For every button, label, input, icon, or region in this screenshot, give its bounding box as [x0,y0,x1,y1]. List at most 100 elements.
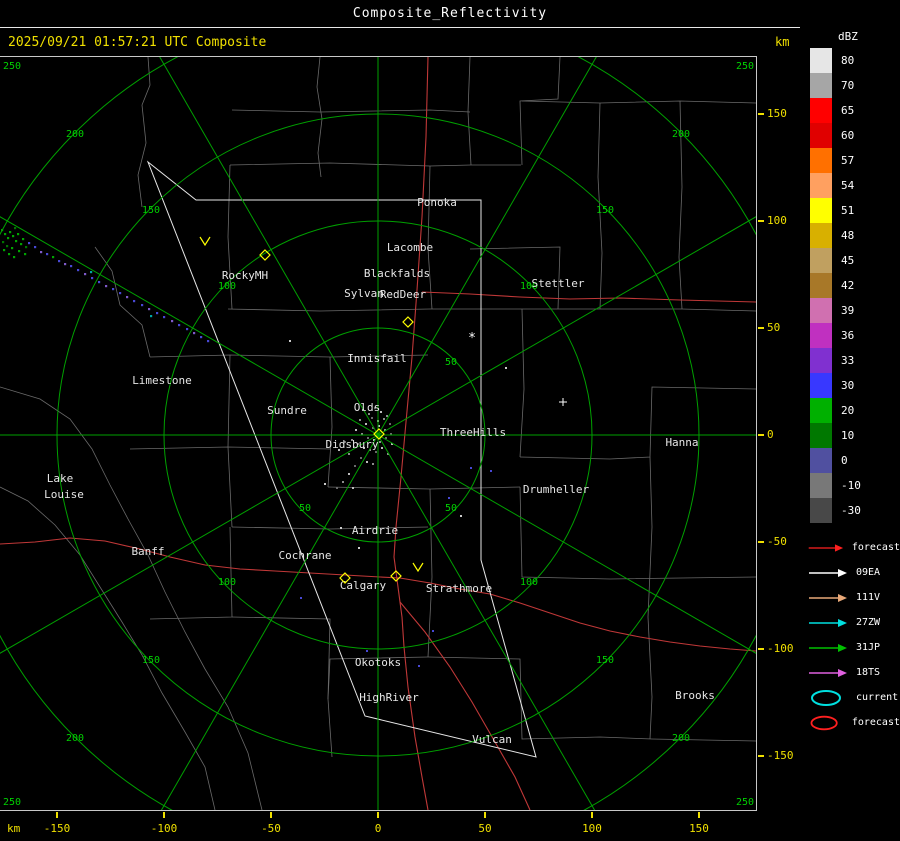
ellipse-icon [810,715,838,730]
right-axis-tick [758,648,764,650]
bottom-axis-tick [270,812,272,818]
county-boundary [647,456,653,740]
ground-clutter [371,417,373,419]
county-boundary [0,386,263,810]
colorbar-swatch [810,98,832,123]
precip-echo [11,247,14,250]
county-boundary [231,526,429,530]
county-boundary [519,57,561,166]
ground-clutter [386,415,388,417]
highway-line [399,601,531,810]
colorbar-value-label: 20 [841,404,855,417]
precip-echo [7,237,10,240]
colorbar-row: -10 [810,473,900,498]
isolated-echo [300,597,302,599]
precip-echo [98,281,101,284]
precip-echo [8,253,11,256]
bottom-axis-tick [484,812,486,818]
arrow-head [838,568,847,577]
precip-echo [15,240,18,243]
precip-echo [91,277,94,280]
precip-echo [186,328,189,331]
isolated-echo [340,527,342,529]
city-label: Innisfail [347,352,407,365]
city-label: Olds [354,401,381,414]
legend-ellipse-row: current [806,685,900,710]
legend-ellipse-row: forecast [806,710,900,735]
right-axis-unit-label: km [775,35,790,49]
ground-clutter [375,451,377,453]
window-title: Composite_Reflectivity [352,6,548,21]
precip-echo [193,332,196,335]
bottom-axis-tick-label: -100 [150,822,178,835]
colorbar-value-label: 42 [841,279,855,292]
ground-clutter [354,465,356,467]
asterisk-marker-icon: * [468,331,476,346]
precip-echo [207,340,210,343]
colorbar-value-label: 0 [841,454,848,467]
bottom-axis-tick-label: 50 [478,822,492,835]
arrow-head [838,668,847,677]
colorbar-value-label: 51 [841,204,855,217]
range-ring-label: 200 [672,129,690,140]
radar-map-canvas[interactable]: 250 250 250 250 200 200 200 200 150 150 150 150 100 1… [0,57,756,810]
isolated-echo [432,630,434,632]
legend-arrow-row: 09EA [806,560,900,585]
precip-echo [119,292,122,295]
colorbar-value-label: 33 [841,354,855,367]
legend-arrow-row: forecast [806,535,900,560]
range-ring-label: 150 [596,655,614,666]
precip-echo [150,315,153,318]
colorbar-value-label: 65 [841,104,855,117]
radar-map-viewport[interactable]: 250 250 250 250 200 200 200 200 150 150 150 150 100 1… [0,56,757,811]
city-label: RedDeer [380,288,427,301]
right-axis-tick-label: -100 [767,642,794,655]
legend-label: forecast [851,717,900,728]
precip-echo [22,238,25,241]
legend-arrow-row: 111V [806,585,900,610]
precip-echo [58,260,61,263]
bottom-axis-tick-label: 100 [582,822,602,835]
city-label: Airdrie [352,524,398,537]
colorbar-value-label: 60 [841,129,855,142]
isolated-echo [448,497,450,499]
precip-echo [70,265,73,268]
precip-echo [46,253,49,256]
right-axis-tick [758,755,764,757]
county-boundary [231,616,331,700]
arrow-head [838,643,847,652]
legend-arrow-row: 18TS [806,660,900,685]
bottom-axis-tick [591,812,593,818]
precip-echo [13,256,16,259]
isolated-echo [490,470,492,472]
precip-echo [34,246,37,249]
city-label: ThreeHills [440,426,506,439]
city-label: Sundre [267,404,307,417]
colorbar-swatch [810,398,832,423]
isolated-echo [460,515,462,517]
colorbar-swatch [810,198,832,223]
bottom-distance-axis: km -150 -100 -50 0 50 100 150 [0,811,800,841]
right-axis-tick-label: 150 [767,107,787,120]
right-distance-axis: 150 100 50 0 -50 -100 -150 [758,57,800,810]
county-boundary [519,386,756,460]
isolated-echo [366,650,368,652]
colorbar-value-label: 80 [841,54,855,67]
county-boundary [427,488,433,658]
bottom-axis-tick [56,812,58,818]
county-boundary [149,526,233,620]
county-boundary [231,109,471,113]
range-ring-label: 200 [672,733,690,744]
city-label: Okotoks [355,656,401,669]
bottom-axis-tick-label: -150 [43,822,71,835]
county-boundary [129,446,331,450]
right-axis-tick-label: -150 [767,749,794,762]
isolated-echo [289,340,291,342]
city-label: Lake [47,472,74,485]
precip-echo [84,273,87,276]
city-label: Didsbury [326,438,379,451]
colorbar-value-label: 45 [841,254,855,267]
arrow-head [838,593,847,602]
ellipse-shape [811,689,841,706]
precip-echo [126,296,129,299]
